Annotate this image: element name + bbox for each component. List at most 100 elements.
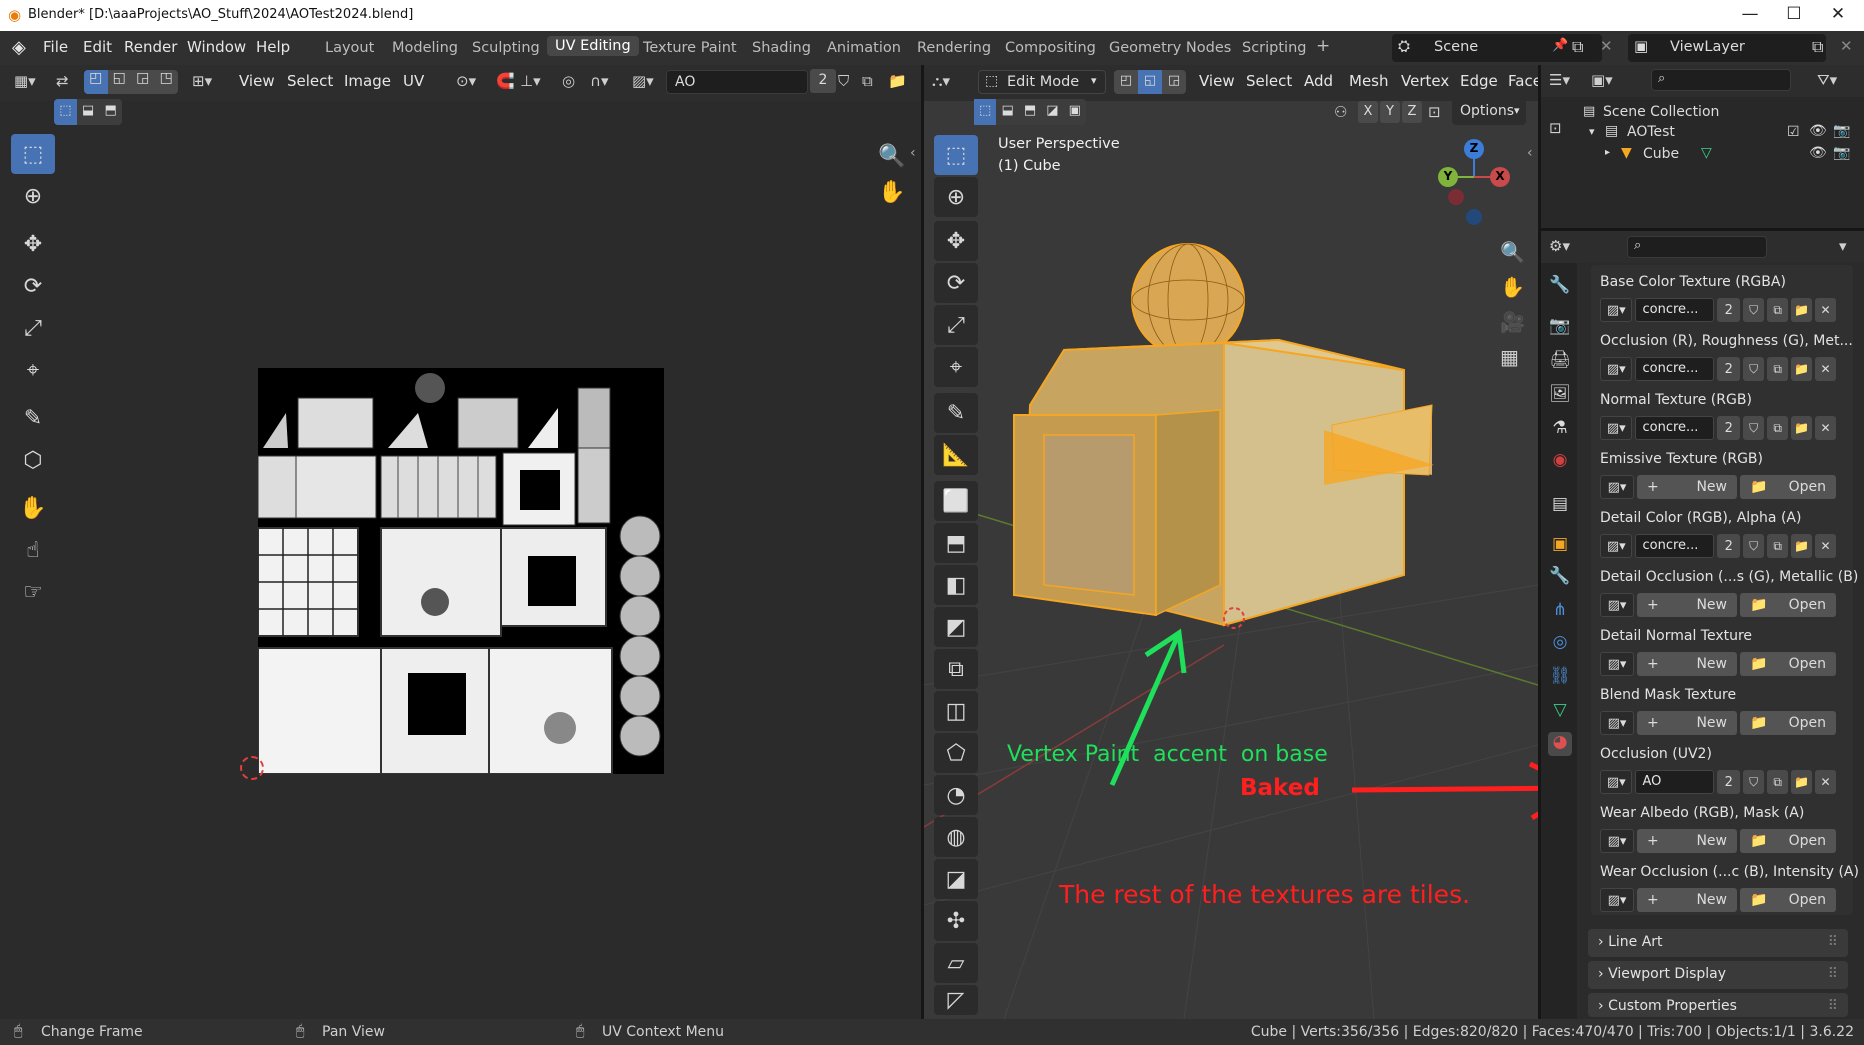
view-layer-tab-icon[interactable]: 🖼 bbox=[1548, 384, 1572, 408]
uv-menu-image[interactable]: Image bbox=[344, 72, 391, 90]
auto-merge-icon[interactable]: ⊡ bbox=[1428, 103, 1441, 121]
output-tab-icon[interactable]: 🖨 bbox=[1548, 350, 1572, 374]
rip-tool[interactable]: ⬡ bbox=[11, 440, 55, 480]
maximize-button[interactable]: ☐ bbox=[1774, 4, 1814, 24]
vp-measure-tool[interactable]: 📐 bbox=[934, 435, 978, 475]
tab-compositing[interactable]: Compositing bbox=[1005, 40, 1096, 56]
vp-invert-selection-icon[interactable]: ◪ bbox=[1041, 99, 1063, 125]
viewport-menu-add[interactable]: Add bbox=[1304, 72, 1333, 90]
object-expand-icon[interactable]: ▸ bbox=[1605, 147, 1610, 158]
blender-menu-icon[interactable]: ◈ bbox=[12, 37, 26, 58]
pivot-icon[interactable]: ⊙▾ bbox=[456, 72, 476, 90]
viewport-sidebar-toggle-arrow[interactable]: ‹ bbox=[1527, 145, 1533, 161]
uv-menu-uv[interactable]: UV bbox=[403, 72, 424, 90]
island-select-icon[interactable]: ◳ bbox=[155, 70, 179, 94]
image-browse-icon[interactable]: ▨▾ bbox=[1600, 593, 1634, 617]
gizmo-z-axis[interactable]: Z bbox=[1464, 139, 1484, 159]
open-image-button[interactable]: 📁 Open bbox=[1740, 829, 1836, 853]
uv-menu-select[interactable]: Select bbox=[287, 72, 333, 90]
face-select-icon[interactable]: ◲ bbox=[131, 70, 155, 94]
properties-type-icon[interactable]: ⚙▾ bbox=[1549, 237, 1570, 255]
new-image-button[interactable]: + New bbox=[1637, 652, 1737, 676]
duplicate-image-icon[interactable]: ⧉ bbox=[1767, 416, 1789, 440]
mirror-icon[interactable]: ⚇ bbox=[1334, 103, 1347, 121]
subtract-selection-icon[interactable]: ⬒ bbox=[99, 99, 122, 125]
vp-subtract-selection-icon[interactable]: ⬒ bbox=[1019, 99, 1041, 125]
cursor-tool[interactable]: ⊕ bbox=[11, 176, 55, 216]
tab-uv-editing[interactable]: UV Editing bbox=[547, 36, 639, 56]
fake-user-icon[interactable]: ⛉ bbox=[1743, 534, 1765, 558]
duplicate-image-icon[interactable]: ⧉ bbox=[1767, 534, 1789, 558]
fake-user-icon[interactable]: ⛉ bbox=[1743, 770, 1765, 794]
open-folder-icon[interactable]: 📁 bbox=[1791, 770, 1813, 794]
new-image-button[interactable]: + New bbox=[1637, 593, 1737, 617]
viewport-menu-vertex[interactable]: Vertex bbox=[1401, 72, 1449, 90]
image-name-field[interactable]: AO bbox=[1635, 770, 1715, 794]
vp-scale-tool[interactable]: ⤢ bbox=[934, 305, 978, 345]
properties-options-icon[interactable]: ▾ bbox=[1839, 237, 1847, 255]
outliner-restrict-icon[interactable]: ⊡ bbox=[1549, 119, 1562, 137]
vp-spin-tool[interactable]: ◔ bbox=[934, 775, 978, 815]
constraints-tab-icon[interactable]: ⛓ bbox=[1548, 666, 1572, 690]
tab-layout[interactable]: Layout bbox=[325, 40, 374, 56]
image-browse-icon[interactable]: ▨▾ bbox=[1600, 357, 1633, 381]
unlink-icon[interactable]: ✕ bbox=[1815, 416, 1837, 440]
vertex-select-icon[interactable]: ◰ bbox=[84, 70, 108, 94]
vp-transform-tool[interactable]: ⌖ bbox=[934, 347, 978, 387]
new-image-button[interactable]: + New bbox=[1637, 888, 1737, 912]
image-users-count[interactable]: 2 bbox=[1717, 770, 1741, 794]
pan-icon[interactable]: ✋ bbox=[878, 180, 905, 205]
snap-icon[interactable]: 🧲 bbox=[496, 72, 515, 90]
collection-render-icon[interactable]: 📷 bbox=[1833, 123, 1850, 139]
mirror-y-toggle[interactable]: Y bbox=[1380, 101, 1400, 123]
tab-texture-paint[interactable]: Texture Paint bbox=[643, 40, 737, 56]
duplicate-image-icon[interactable]: ⧉ bbox=[1767, 357, 1789, 381]
vp-move-tool[interactable]: ✥ bbox=[934, 221, 978, 261]
tab-animation[interactable]: Animation bbox=[827, 40, 901, 56]
unlink-icon[interactable]: ✕ bbox=[1815, 357, 1837, 381]
viewport-editor-type-icon[interactable]: ⛬▾ bbox=[932, 72, 950, 90]
add-workspace-button[interactable]: + bbox=[1316, 36, 1330, 56]
image-users-count[interactable]: 2 bbox=[1717, 357, 1741, 381]
fake-user-icon[interactable]: ⛉ bbox=[1743, 416, 1765, 440]
image-name-field[interactable]: AO bbox=[666, 70, 808, 94]
close-button[interactable]: ✕ bbox=[1818, 4, 1858, 24]
zoom-icon[interactable]: 🔍 bbox=[878, 144, 905, 169]
vp-annotate-tool[interactable]: ✎ bbox=[934, 393, 978, 433]
viewport-menu-face[interactable]: Face bbox=[1508, 72, 1542, 90]
outliner-type-icon[interactable]: ☰▾ bbox=[1549, 71, 1570, 89]
annotate-tool[interactable]: ✎ bbox=[11, 398, 55, 438]
image-browse-icon[interactable]: ▨▾ bbox=[632, 72, 654, 90]
new-view-layer-icon[interactable]: ⧉ bbox=[1812, 37, 1823, 57]
scene-collection-label[interactable]: Scene Collection bbox=[1603, 104, 1719, 120]
vp-rip-tool[interactable]: ◸ bbox=[934, 985, 978, 1015]
collection-checkbox[interactable]: ☑ bbox=[1787, 124, 1800, 140]
image-users-count[interactable]: 2 bbox=[1717, 416, 1741, 440]
view-layer-selector[interactable]: ▣ ViewLayer bbox=[1628, 34, 1826, 62]
vp-knife-tool[interactable]: ◫ bbox=[934, 691, 978, 731]
sidebar-toggle-arrow[interactable]: ‹ bbox=[910, 145, 916, 161]
ortho-toggle-icon[interactable]: ▦ bbox=[1500, 345, 1519, 369]
scene-tab-icon[interactable]: ⚗ bbox=[1548, 418, 1572, 442]
particles-tab-icon[interactable]: ⋔ bbox=[1548, 600, 1572, 624]
menu-file[interactable]: File bbox=[43, 38, 68, 56]
vp-zoom-icon[interactable]: 🔍 bbox=[1500, 240, 1525, 264]
open-image-button[interactable]: 📁 Open bbox=[1740, 711, 1836, 735]
image-browse-icon[interactable]: ▨▾ bbox=[1600, 534, 1633, 558]
image-name-field[interactable]: concre... bbox=[1635, 416, 1715, 440]
pinch-tool[interactable]: ☞ bbox=[11, 572, 55, 612]
image-users-count[interactable]: 2 bbox=[1717, 534, 1741, 558]
render-tab-icon[interactable]: 📷 bbox=[1548, 316, 1572, 340]
uv-menu-view[interactable]: View bbox=[239, 72, 275, 90]
menu-render[interactable]: Render bbox=[124, 38, 177, 56]
tab-geometry-nodes[interactable]: Geometry Nodes bbox=[1109, 40, 1231, 56]
vp-select-box-tool[interactable]: ⬚ bbox=[934, 135, 978, 175]
new-image-button[interactable]: + New bbox=[1637, 475, 1737, 499]
tab-rendering[interactable]: Rendering bbox=[917, 40, 991, 56]
sync-selection-icon[interactable]: ⇄ bbox=[56, 72, 69, 90]
unlink-icon[interactable]: ✕ bbox=[1815, 298, 1837, 322]
physics-tab-icon[interactable]: ◎ bbox=[1548, 632, 1572, 656]
viewport-menu-mesh[interactable]: Mesh bbox=[1349, 72, 1389, 90]
pin-icon[interactable]: 📌 bbox=[1552, 38, 1568, 53]
gizmo-y-axis[interactable]: Y bbox=[1438, 167, 1458, 187]
